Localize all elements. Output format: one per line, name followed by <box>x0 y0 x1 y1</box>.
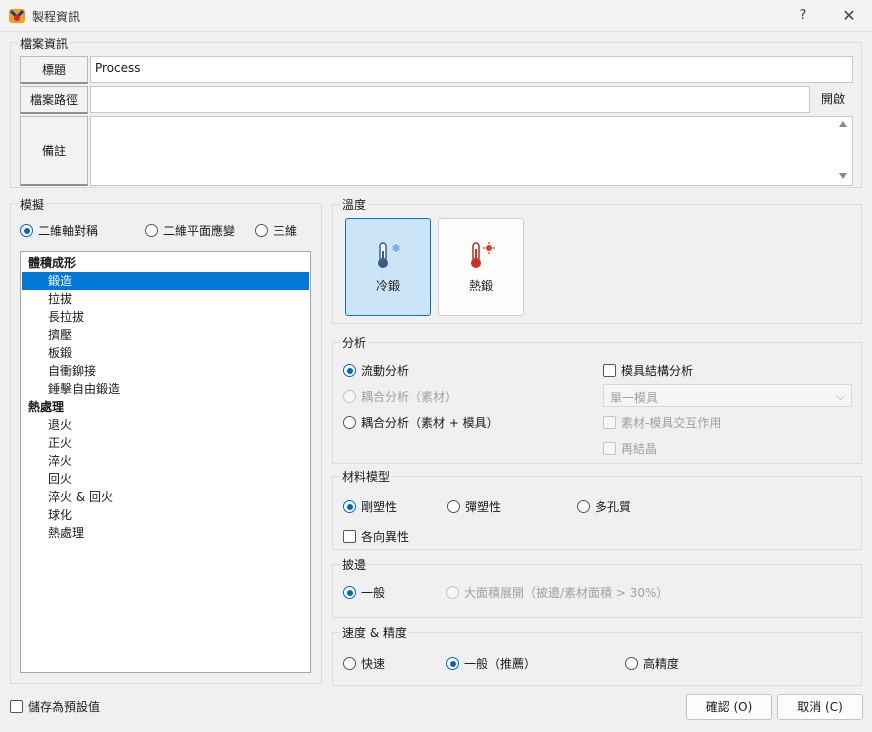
list-category[interactable]: 體積成形 <box>22 254 309 272</box>
temperature-label: 溫度 <box>340 196 369 213</box>
cold-forging-label: 冷鍛 <box>375 279 400 293</box>
hot-forging-button[interactable]: 熱鍛 <box>438 218 524 316</box>
save-default-checkbox[interactable]: 儲存為預設值 <box>10 698 100 715</box>
checkbox-icon <box>343 530 356 543</box>
speed-label: 速度 & 精度 <box>340 624 409 641</box>
list-item[interactable]: 擠壓 <box>22 326 309 344</box>
scroll-up-icon[interactable] <box>839 121 847 127</box>
elasto-plastic-radio[interactable]: 彈塑性 <box>447 498 501 515</box>
die-type-combo: 單一模具 ⌵ <box>603 384 852 407</box>
simulation-label: 模擬 <box>18 196 47 213</box>
radio-icon <box>343 390 356 403</box>
radio-icon <box>577 500 590 513</box>
radio-icon <box>20 224 33 237</box>
radio-icon <box>343 364 356 377</box>
path-label: 檔案路徑 <box>20 86 88 114</box>
checkbox-icon <box>603 416 616 429</box>
flow-analysis-radio[interactable]: 流動分析 <box>343 362 409 379</box>
speed-high-radio[interactable]: 高精度 <box>625 655 679 672</box>
analysis-label: 分析 <box>340 334 369 351</box>
list-item[interactable]: 長拉拔 <box>22 308 309 326</box>
cold-thermometer-icon: ❄ <box>378 242 401 268</box>
scroll-down-icon[interactable] <box>839 173 847 179</box>
list-item[interactable]: 拉拔 <box>22 290 309 308</box>
notes-scrollbar[interactable] <box>836 118 851 184</box>
checkbox-icon <box>603 442 616 455</box>
list-item[interactable]: 自衝鉚接 <box>22 362 309 380</box>
list-item[interactable]: 錘擊自由鍛造 <box>22 380 309 398</box>
notes-label: 備註 <box>20 116 88 186</box>
mode-2d-axisymmetric[interactable]: 二維軸對稱 <box>20 222 98 239</box>
checkbox-icon <box>603 364 616 377</box>
list-category[interactable]: 熱處理 <box>22 398 309 416</box>
coupled-both-radio[interactable]: 耦合分析（素材 + 模具） <box>343 414 499 431</box>
radio-icon <box>447 500 460 513</box>
window-title: 製程資訊 <box>32 10 81 24</box>
radio-icon <box>343 586 356 599</box>
svg-text:❄: ❄ <box>391 242 400 255</box>
radio-icon <box>343 416 356 429</box>
notes-field[interactable] <box>90 116 853 186</box>
speed-fast-radio[interactable]: 快速 <box>343 655 385 672</box>
list-item[interactable]: 淬火 <box>22 452 309 470</box>
radio-icon <box>625 657 638 670</box>
list-item[interactable]: 退火 <box>22 416 309 434</box>
recrystallization-checkbox: 再結晶 <box>603 440 657 457</box>
radio-icon <box>446 586 459 599</box>
app-icon <box>8 6 26 24</box>
chevron-down-icon: ⌵ <box>835 389 845 403</box>
list-item[interactable]: 球化 <box>22 506 309 524</box>
mode-3d[interactable]: 三維 <box>255 222 297 239</box>
title-label: 標題 <box>20 56 88 84</box>
list-item[interactable]: 熱處理 <box>22 524 309 542</box>
radio-icon <box>255 224 268 237</box>
rigid-plastic-radio[interactable]: 剛塑性 <box>343 498 397 515</box>
open-button[interactable]: 開啟 <box>814 86 852 113</box>
ok-button[interactable]: 確認 (O) <box>686 694 772 720</box>
list-item[interactable]: 回火 <box>22 470 309 488</box>
flash-normal-radio[interactable]: 一般 <box>343 584 385 601</box>
coupled-workpiece-radio: 耦合分析（素材） <box>343 388 457 405</box>
process-list[interactable]: 體積成形 鍛造 拉拔 長拉拔 擠壓 板鍛 自衝鉚接 錘擊自由鍛造 熱處理 退火 正火 淬火 回火 淬火 &… <box>20 251 311 673</box>
path-field[interactable] <box>90 86 810 113</box>
hot-thermometer-icon <box>471 242 495 268</box>
radio-icon <box>343 500 356 513</box>
anisotropy-checkbox[interactable]: 各向異性 <box>343 528 409 545</box>
material-model-label: 材料模型 <box>340 468 393 485</box>
speed-group <box>332 632 862 686</box>
interaction-checkbox: 素材-模具交互作用 <box>603 414 721 431</box>
list-item[interactable]: 正火 <box>22 434 309 452</box>
radio-icon <box>343 657 356 670</box>
file-info-label: 檔案資訊 <box>18 35 71 52</box>
title-bar <box>0 0 872 32</box>
close-button[interactable]: ✕ <box>834 4 864 28</box>
cold-forging-button[interactable]: ❄ 冷鍛 <box>345 218 431 316</box>
radio-icon <box>145 224 158 237</box>
list-item[interactable]: 淬火 & 回火 <box>22 488 309 506</box>
title-field[interactable]: Process <box>90 56 853 83</box>
cancel-button[interactable]: 取消 (C) <box>777 694 863 720</box>
flash-large-area-radio: 大面積展開（披邊/素材面積 > 30%） <box>446 584 668 601</box>
list-item[interactable]: 鍛造 <box>22 272 309 290</box>
mode-2d-plane-strain[interactable]: 二維平面應變 <box>145 222 235 239</box>
help-button[interactable]: ? <box>788 4 818 28</box>
speed-normal-radio[interactable]: 一般（推薦） <box>446 655 536 672</box>
die-structure-checkbox[interactable]: 模具結構分析 <box>603 362 693 379</box>
porous-radio[interactable]: 多孔質 <box>577 498 631 515</box>
list-item[interactable]: 板鍛 <box>22 344 309 362</box>
flash-label: 披邊 <box>340 556 369 573</box>
checkbox-icon <box>10 700 23 713</box>
hot-forging-label: 熱鍛 <box>468 279 493 293</box>
radio-icon <box>446 657 459 670</box>
